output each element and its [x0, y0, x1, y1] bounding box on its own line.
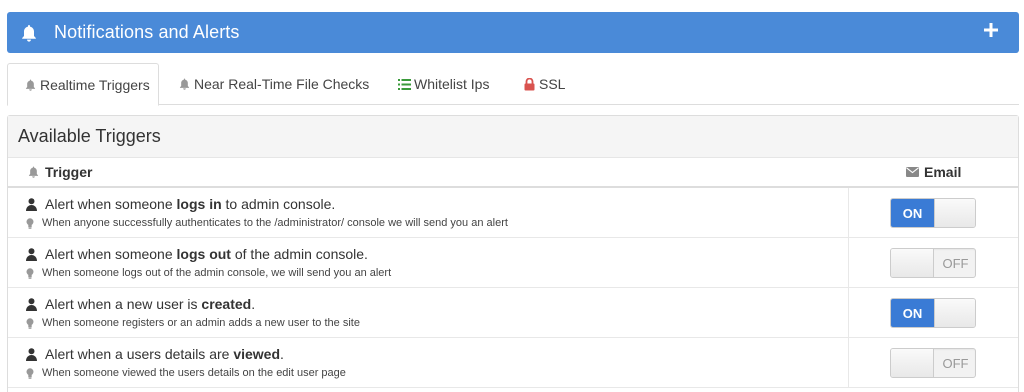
toggle-on-label: ON	[891, 199, 934, 227]
add-plus-icon[interactable]	[984, 23, 999, 38]
lightbulb-icon	[26, 317, 36, 329]
available-triggers-panel: Available Triggers Trigger Email Alert w…	[7, 115, 1019, 392]
toggle-knob	[891, 249, 934, 277]
table-row: Alert when a users details are viewed. W…	[8, 338, 1018, 388]
email-cell: OFF	[848, 238, 1020, 287]
toggle-knob	[934, 199, 975, 227]
table-row: Alert when a new user is created. When s…	[8, 288, 1018, 338]
toggle-knob	[891, 349, 934, 377]
trigger-description: When someone viewed the users details on…	[26, 367, 346, 379]
trigger-description: When someone logs out of the admin conso…	[26, 267, 391, 279]
trigger-title: Alert when a new user is created.	[26, 296, 255, 312]
tab-bar: Realtime Triggers Near Real-Time File Ch…	[7, 63, 1019, 106]
bell-icon	[26, 165, 40, 179]
email-cell: ON	[848, 188, 1020, 237]
tab-label: SSL	[539, 76, 566, 92]
page-title: Notifications and Alerts	[54, 22, 240, 42]
toggle-off-label: OFF	[942, 355, 969, 371]
panel-title: Available Triggers	[8, 116, 1018, 158]
bell-icon	[177, 77, 191, 91]
toggle-off-label: OFF	[942, 255, 969, 271]
trigger-list: Alert when someone logs in to admin cons…	[8, 188, 1018, 388]
tab-label: Whitelist Ips	[414, 76, 490, 92]
trigger-title: Alert when someone logs out of the admin…	[26, 246, 368, 262]
list-icon	[397, 77, 411, 91]
tab-label: Realtime Triggers	[40, 76, 150, 93]
trigger-title: Alert when a users details are viewed.	[26, 346, 284, 362]
bell-icon	[23, 78, 37, 92]
toggle-knob	[934, 299, 975, 327]
email-toggle[interactable]: OFF	[890, 348, 976, 378]
trigger-description: When someone registers or an admin adds …	[26, 317, 360, 329]
trigger-description: When anyone successfully authenticates t…	[26, 217, 508, 229]
table-row: Alert when someone logs in to admin cons…	[8, 188, 1018, 238]
envelope-icon	[905, 165, 919, 179]
tab-label: Near Real-Time File Checks	[194, 76, 370, 92]
table-header: Trigger Email	[8, 158, 1018, 188]
lightbulb-icon	[26, 267, 36, 279]
email-toggle[interactable]: ON	[890, 298, 976, 328]
user-icon	[26, 297, 39, 311]
email-toggle[interactable]: OFF	[890, 248, 976, 278]
table-row: Alert when someone logs out of the admin…	[8, 238, 1018, 288]
lock-icon	[522, 77, 536, 91]
trigger-title: Alert when someone logs in to admin cons…	[26, 196, 335, 212]
tab-whitelist-ips[interactable]: Whitelist Ips	[397, 63, 489, 105]
email-cell: ON	[848, 288, 1020, 337]
user-icon	[26, 197, 39, 211]
tab-ssl[interactable]: SSL	[522, 63, 565, 105]
user-icon	[26, 247, 39, 261]
tab-realtime-triggers[interactable]: Realtime Triggers	[7, 63, 159, 106]
toggle-on-label: ON	[891, 299, 934, 327]
trigger-column-header: Trigger	[26, 164, 92, 180]
tab-near-real-time-file-checks[interactable]: Near Real-Time File Checks	[177, 63, 369, 105]
email-column-header: Email	[905, 164, 961, 180]
notifications-header: Notifications and Alerts	[7, 12, 1019, 53]
email-toggle[interactable]: ON	[890, 198, 976, 228]
lightbulb-icon	[26, 367, 36, 379]
user-icon	[26, 347, 39, 361]
bell-icon	[21, 24, 39, 42]
lightbulb-icon	[26, 217, 36, 229]
email-cell: OFF	[848, 338, 1020, 387]
